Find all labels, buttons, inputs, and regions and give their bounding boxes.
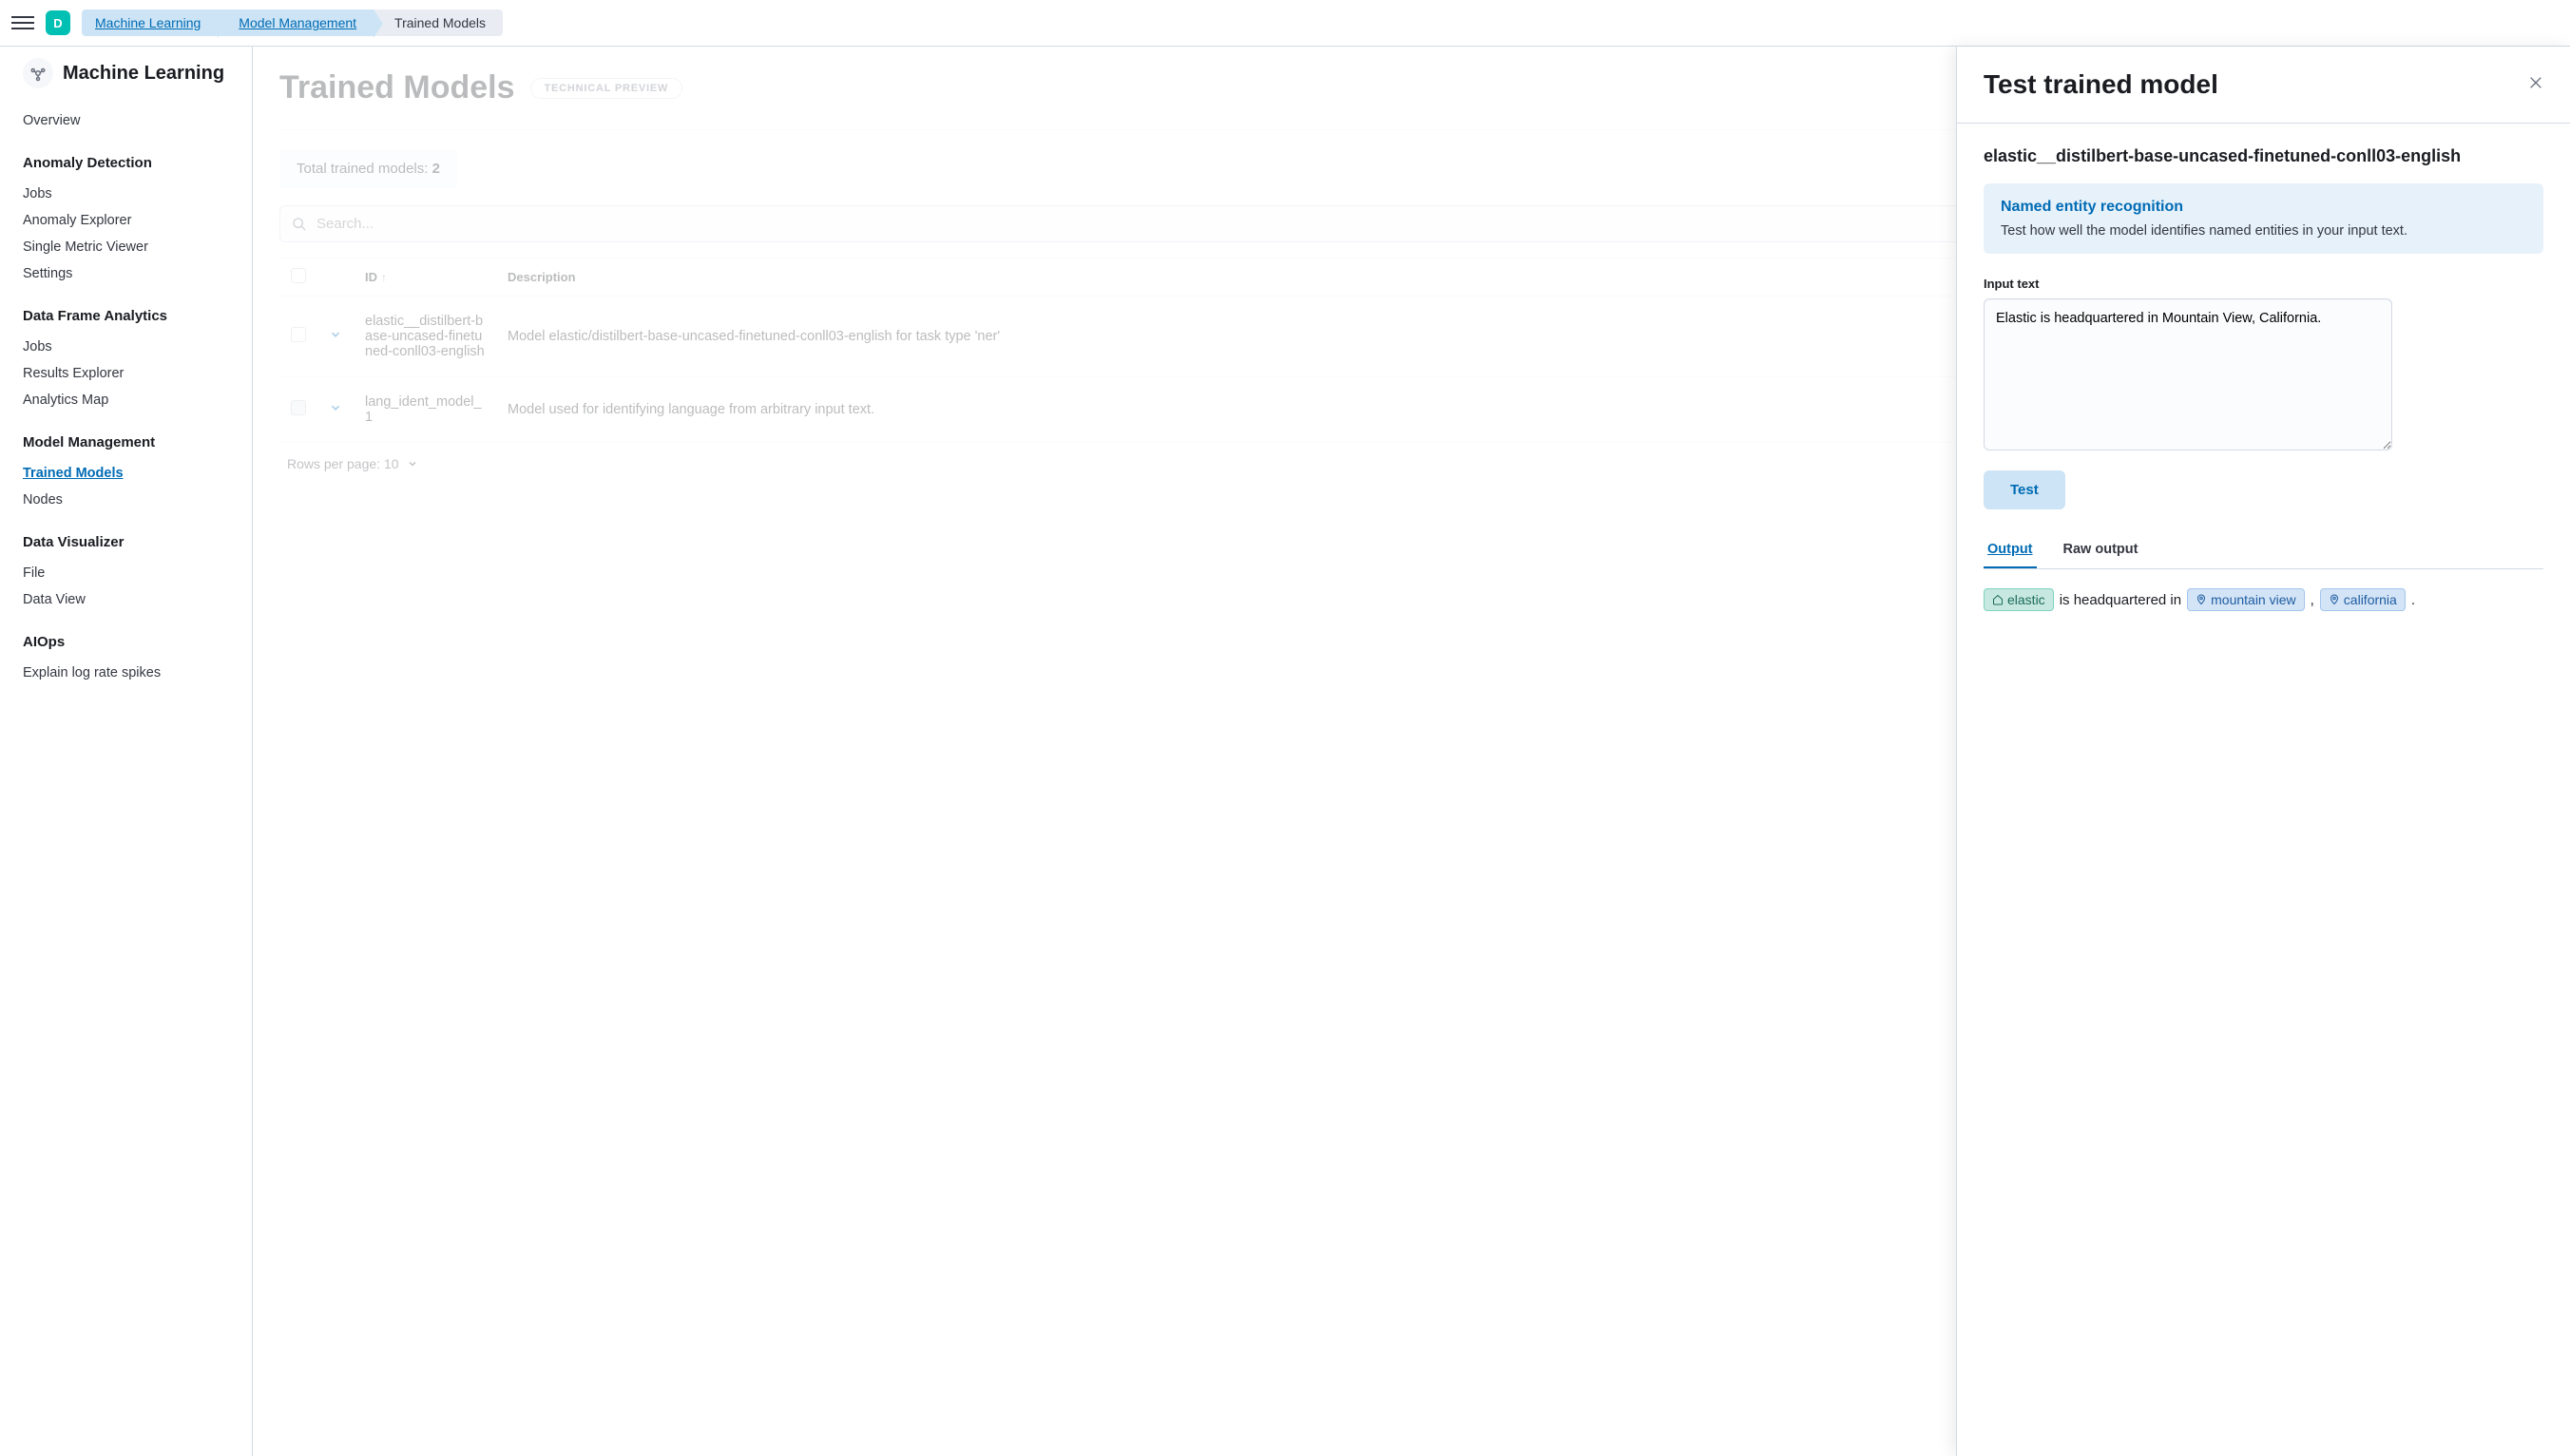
total-models-stat: Total trained models: 2 xyxy=(279,149,457,188)
technical-preview-badge: TECHNICAL PREVIEW xyxy=(530,78,683,99)
sidebar-group-aiops: AIOps xyxy=(23,634,252,650)
sidebar-item-overview[interactable]: Overview xyxy=(23,107,252,134)
close-icon xyxy=(2528,75,2543,90)
ml-app-icon xyxy=(23,58,53,88)
output-text: , xyxy=(2311,592,2314,608)
model-name: elastic__distilbert-base-uncased-finetun… xyxy=(1984,146,2543,166)
test-button[interactable]: Test xyxy=(1984,470,2065,509)
stat-value: 2 xyxy=(432,161,440,177)
sidebar-item-settings[interactable]: Settings xyxy=(23,260,252,287)
row-id: lang_ident_model_1 xyxy=(354,377,496,443)
input-text-label: Input text xyxy=(1984,277,2543,291)
entity-loc: california xyxy=(2320,588,2406,611)
sidebar-item-trained-models[interactable]: Trained Models xyxy=(23,460,252,487)
breadcrumbs: Machine Learning Model Management Traine… xyxy=(82,10,503,36)
input-text-textarea[interactable] xyxy=(1984,298,2392,450)
sidebar-item-explain-spikes[interactable]: Explain log rate spikes xyxy=(23,660,252,686)
close-flyout-button[interactable] xyxy=(2528,74,2543,96)
row-checkbox[interactable] xyxy=(291,327,306,342)
top-bar: D Machine Learning Model Management Trai… xyxy=(0,0,2570,47)
sidebar-group-model-mgmt: Model Management xyxy=(23,434,252,450)
sidebar-group-dfa: Data Frame Analytics xyxy=(23,308,252,324)
callout-title: Named entity recognition xyxy=(2001,199,2526,216)
location-icon xyxy=(2329,594,2340,605)
breadcrumb-current: Trained Models xyxy=(374,10,503,36)
sidebar-item-jobs[interactable]: Jobs xyxy=(23,181,252,207)
output-text: . xyxy=(2411,592,2415,608)
stat-label: Total trained models: xyxy=(297,161,432,177)
location-icon xyxy=(2196,594,2207,605)
hamburger-menu-icon[interactable] xyxy=(11,11,34,34)
search-icon xyxy=(292,217,307,232)
output-tabs: Output Raw output xyxy=(1984,532,2543,569)
col-id[interactable]: ID↑ xyxy=(354,259,496,297)
avatar[interactable]: D xyxy=(46,10,70,35)
breadcrumb-model-mgmt[interactable]: Model Management xyxy=(218,10,374,36)
chevron-down-icon xyxy=(407,458,418,469)
sidebar-item-data-view[interactable]: Data View xyxy=(23,586,252,613)
sidebar: Machine Learning Overview Anomaly Detect… xyxy=(0,47,253,1456)
sidebar-item-analytics-map[interactable]: Analytics Map xyxy=(23,387,252,413)
select-all-checkbox[interactable] xyxy=(291,268,306,283)
sidebar-item-dfa-jobs[interactable]: Jobs xyxy=(23,334,252,360)
page-title: Trained Models xyxy=(279,69,515,106)
sidebar-item-anomaly-explorer[interactable]: Anomaly Explorer xyxy=(23,207,252,234)
flyout-title: Test trained model xyxy=(1984,69,2218,100)
sort-asc-icon: ↑ xyxy=(381,271,387,284)
entity-org: elastic xyxy=(1984,588,2054,611)
sidebar-item-single-metric[interactable]: Single Metric Viewer xyxy=(23,234,252,260)
breadcrumb-ml[interactable]: Machine Learning xyxy=(82,10,218,36)
sidebar-item-file[interactable]: File xyxy=(23,560,252,586)
sidebar-item-nodes[interactable]: Nodes xyxy=(23,487,252,513)
row-id: elastic__distilbert-base-uncased-finetun… xyxy=(354,297,496,377)
home-icon xyxy=(1992,594,2004,605)
row-checkbox xyxy=(291,400,306,415)
callout-text: Test how well the model identifies named… xyxy=(2001,223,2526,239)
tab-output[interactable]: Output xyxy=(1984,532,2037,568)
expand-row-icon[interactable] xyxy=(329,401,342,418)
tab-raw-output[interactable]: Raw output xyxy=(2060,532,2142,568)
ner-callout: Named entity recognition Test how well t… xyxy=(1984,183,2543,254)
test-model-flyout: Test trained model elastic__distilbert-b… xyxy=(1956,47,2570,1456)
output-line: elastic is headquartered in mountain vie… xyxy=(1984,588,2543,611)
sidebar-app-title: Machine Learning xyxy=(63,61,224,86)
sidebar-group-data-viz: Data Visualizer xyxy=(23,534,252,550)
entity-loc: mountain view xyxy=(2187,588,2305,611)
expand-row-icon[interactable] xyxy=(329,328,342,345)
sidebar-item-results-explorer[interactable]: Results Explorer xyxy=(23,360,252,387)
output-text: is headquartered in xyxy=(2060,592,2181,608)
sidebar-group-anomaly: Anomaly Detection xyxy=(23,155,252,171)
sidebar-header: Machine Learning xyxy=(23,58,252,88)
